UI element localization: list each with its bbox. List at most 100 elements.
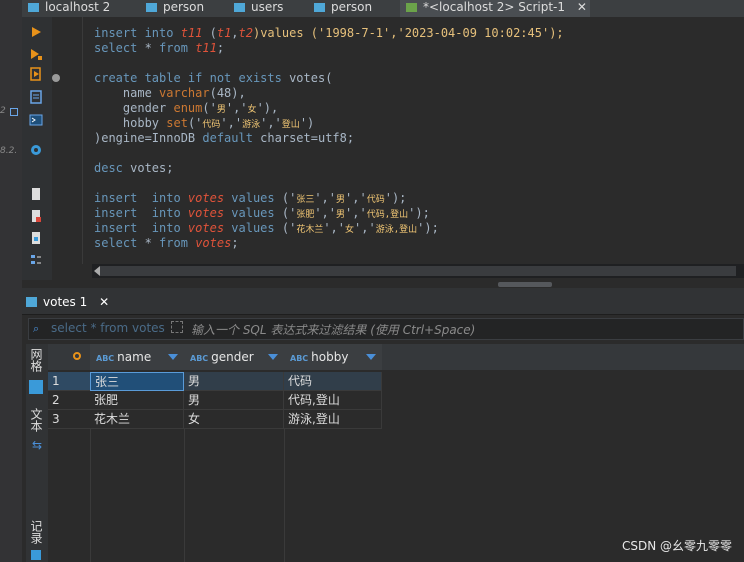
filter-input[interactable]: 输入一个 SQL 表达式来过滤结果 (使用 Ctrl+Space) [191,321,475,338]
result-filter-bar[interactable]: ⌕ select * from votes 输入一个 SQL 表达式来过滤结果 … [28,318,744,340]
editor-toolbar [22,17,52,287]
sort-icon[interactable] [168,354,178,360]
editor-gutter [52,17,83,264]
settings-gear-icon[interactable] [29,143,43,157]
tab-label: person [163,0,205,14]
code-line: select * from votes; [94,236,239,250]
tab-label: users [251,0,284,14]
tab-localhost-2[interactable]: localhost 2 [28,0,132,17]
code-line: create table if not exists votes( [94,71,333,85]
row-number[interactable]: 2 [48,391,90,410]
text-view-icon[interactable]: ⇆ [32,438,42,452]
execute-in-new-tab-icon[interactable] [29,47,43,61]
left-panel-text: 2 [0,106,6,116]
code-line: insert into votes values ('花木兰','女','游泳,… [94,221,439,235]
console-icon[interactable] [29,113,43,127]
code-line: name varchar(48), [94,86,246,100]
code-line: gender enum('男','女'), [94,101,279,115]
table-cell[interactable]: 张三 [90,372,184,391]
row-number[interactable]: 3 [48,410,90,429]
outline-icon[interactable] [29,253,43,267]
view-tab-record[interactable]: 记录 [28,520,45,544]
row-marker-icon [73,352,81,360]
left-panel-strip: 2 8.2. [0,0,22,562]
execute-statement-icon[interactable] [29,25,43,39]
row-number-header [48,344,91,370]
table-icon [234,3,245,12]
panel-splitter[interactable] [22,280,744,288]
tab-label: person [331,0,373,14]
column-label: gender [211,350,254,364]
new-script-icon[interactable] [29,187,43,201]
table-cell[interactable]: 张肥 [90,391,184,410]
text-type-icon: ABC [290,354,309,363]
explain-plan-icon[interactable] [29,90,43,104]
column-divider [90,429,91,562]
column-divider [284,429,285,562]
home-icon [10,108,18,116]
filter-query-icon: ⌕ [33,322,40,335]
header-filler [382,344,744,370]
code-line: insert into votes values ('张肥','男','代码,登… [94,206,430,220]
table-cell[interactable]: 男 [184,372,284,391]
tab-script-1[interactable]: *<localhost 2> Script-1 ✕ [400,0,590,17]
tab-label: localhost 2 [45,0,111,14]
tab-person[interactable]: person [146,0,242,17]
sort-icon[interactable] [366,354,376,360]
table-icon [314,3,325,12]
table-cell[interactable]: 游泳,登山 [284,410,382,429]
column-header-name[interactable]: ABC name [90,344,185,370]
code-line: insert into t11 (t1,t2)values ('1998-7-1… [94,26,564,40]
table-cell[interactable]: 代码,登山 [284,391,382,410]
column-label: hobby [311,350,349,364]
left-panel-text: 8.2. [0,146,18,156]
column-header-hobby[interactable]: ABC hobby [284,344,383,370]
table-icon [146,3,157,12]
tab-users[interactable]: users [234,0,314,17]
result-view-switcher: 网格 文本 ⇆ 记录 [26,344,49,562]
tab-label: votes 1 [43,295,88,309]
script-icon [406,3,417,12]
import-script-icon[interactable] [29,231,43,245]
table-cell[interactable]: 男 [184,391,284,410]
tab-person-2[interactable]: person [314,0,408,17]
view-tab-text[interactable]: 文本 [28,408,45,432]
view-tab-grid[interactable]: 网格 [28,348,45,372]
column-divider [184,429,185,562]
splitter-handle[interactable] [498,282,552,287]
result-grid[interactable]: ABC name ABC gender ABC hobby 1 张三 男 代码 2 张… [48,344,744,562]
scrollbar-thumb[interactable] [100,266,736,276]
column-label: name [117,350,152,364]
results-tab-bar [22,288,744,315]
script-error-icon[interactable] [29,209,43,223]
table-icon [26,297,37,307]
sql-editor[interactable]: insert into t11 (t1,t2)values ('1998-7-1… [83,17,744,264]
tab-label: *<localhost 2> Script-1 [423,0,566,14]
filter-expand-icon[interactable] [171,321,183,333]
record-icon[interactable] [31,550,41,560]
text-type-icon: ABC [96,354,115,363]
tab-votes-1[interactable]: votes 1 ✕ [26,290,109,314]
connection-icon [28,3,39,12]
row-number[interactable]: 1 [48,372,90,391]
table-cell[interactable]: 花木兰 [90,410,184,429]
filter-query-text[interactable]: select * from votes [51,321,165,335]
sort-icon[interactable] [268,354,278,360]
watermark: CSDN @幺零九零零 [621,539,732,553]
table-cell[interactable]: 女 [184,410,284,429]
editor-tab-bar: localhost 2 person users person *<localh… [22,0,744,18]
code-line: insert into votes values ('张三','男','代码')… [94,191,407,205]
code-line: desc votes; [94,161,174,175]
grid-icon[interactable] [29,380,43,394]
execute-script-icon[interactable] [29,67,43,81]
code-line: select * from t11; [94,41,225,55]
scroll-left-icon[interactable] [94,266,100,276]
code-line: )engine=InnoDB default charset=utf8; [94,131,355,145]
close-icon[interactable]: ✕ [99,295,109,309]
column-header-gender[interactable]: ABC gender [184,344,285,370]
code-line: hobby set('代码','游泳','登山') [94,116,315,130]
table-cell[interactable]: 代码 [284,372,382,391]
text-type-icon: ABC [190,354,209,363]
close-icon[interactable]: ✕ [577,0,587,14]
fold-marker-icon[interactable] [52,74,60,82]
